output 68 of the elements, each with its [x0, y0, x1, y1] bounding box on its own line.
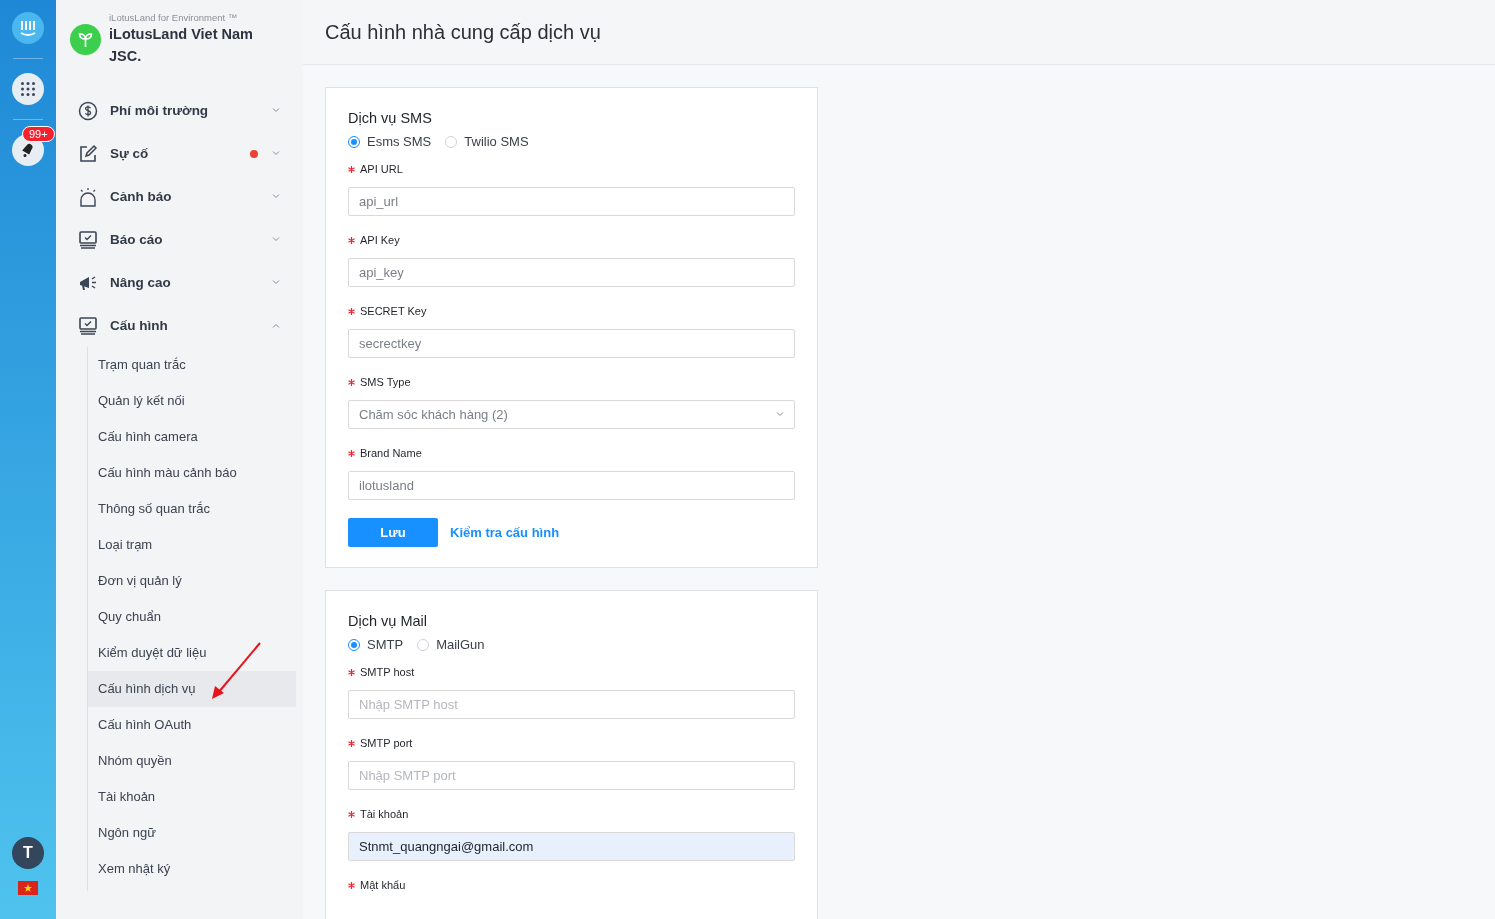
notification-count-badge: 99+ [22, 126, 55, 142]
chevron-icon [272, 280, 280, 285]
submenu-item[interactable]: Ngôn ngữ [88, 815, 296, 851]
bell-icon [20, 142, 36, 158]
text-input[interactable]: api_url [348, 187, 795, 216]
page-title: Cấu hình nhà cung cấp dịch vụ [325, 20, 601, 44]
brand-tagline: iLotusLand for Environment ™ [109, 12, 239, 23]
submenu-item[interactable]: Quy chuẩn [88, 599, 296, 635]
field-label: Tài khoản [360, 808, 409, 820]
field-label: Brand Name [360, 447, 422, 459]
text-input[interactable]: api_key [348, 258, 795, 287]
submenu-item[interactable]: Quản lý kết nối [88, 383, 296, 419]
field-label: SECRET Key [360, 305, 427, 317]
chevron-icon [272, 151, 280, 156]
field-label: Mật khẩu [360, 879, 406, 891]
app-logo-icon[interactable] [12, 12, 44, 44]
field-label: API URL [360, 163, 403, 175]
menu-item[interactable]: Cấu hình [70, 304, 296, 347]
submenu-item[interactable]: Xem nhật ký [88, 851, 296, 887]
submenu-item[interactable]: Cấu hình camera [88, 419, 296, 455]
chevron-icon [272, 237, 280, 242]
text-input[interactable]: ilotusland [348, 471, 795, 500]
chevron-icon [272, 108, 280, 113]
monitor-icon [78, 315, 98, 336]
menu-item[interactable]: Báo cáo [70, 218, 296, 261]
field-label: SMTP port [360, 737, 413, 749]
menu-item[interactable]: Cảnh báo [70, 175, 296, 218]
menu-item[interactable]: Phí môi trường [70, 89, 296, 132]
text-input[interactable]: secrectkey [348, 329, 795, 358]
submenu-item[interactable]: Trạm quan trắc [88, 347, 296, 383]
submenu-item[interactable]: Nhóm quyền [88, 743, 296, 779]
dollar-icon [78, 100, 98, 121]
leaf-logo-icon [70, 24, 101, 55]
radio-option[interactable]: SMTP [348, 637, 404, 652]
field-label: API Key [360, 234, 400, 246]
submenu-item[interactable]: Tài khoản [88, 779, 296, 815]
submenu-item[interactable]: Đơn vị quản lý [88, 563, 296, 599]
radio-option[interactable]: Esms SMS [348, 134, 432, 149]
monitor-icon [78, 229, 98, 250]
submenu-item[interactable]: Cấu hình màu cảnh báo [88, 455, 296, 491]
flag-icon[interactable] [18, 881, 38, 895]
radio-option[interactable]: Twilio SMS [445, 134, 529, 149]
text-input[interactable]: Nhập SMTP port [348, 761, 795, 790]
card-title: Dịch vụ Mail [348, 613, 428, 629]
radio-option[interactable]: MailGun [417, 637, 485, 652]
select-dropdown[interactable]: Chăm sóc khách hàng (2) [348, 400, 795, 429]
submenu-item[interactable]: Kiểm duyệt dữ liệu [88, 635, 296, 671]
grid-icon [21, 82, 35, 96]
annotation-arrow [210, 642, 262, 700]
submenu-item[interactable]: Cấu hình dịch vụ [88, 671, 296, 707]
submenu-item[interactable]: Loại trạm [88, 527, 296, 563]
company-name: iLotusLand Viet Nam JSC. [109, 25, 254, 66]
field-label: SMS Type [360, 376, 411, 388]
card-title: Dịch vụ SMS [348, 110, 433, 126]
edit-icon [78, 143, 98, 164]
submenu-item[interactable]: Thông số quan trắc [88, 491, 296, 527]
user-avatar[interactable]: T [12, 837, 44, 869]
text-input[interactable]: Nhập SMTP host [348, 690, 795, 719]
chevron-icon [272, 323, 280, 328]
menu-item[interactable]: Sự cố [70, 132, 296, 175]
field-label: SMTP host [360, 666, 415, 678]
alarm-icon [78, 186, 98, 207]
submenu-item[interactable]: Cấu hình OAuth [88, 707, 296, 743]
chevron-icon [272, 194, 280, 199]
dropdown-chevron-icon [776, 412, 784, 417]
menu-item[interactable]: Nâng cao [70, 261, 296, 304]
apps-grid-button[interactable] [12, 73, 44, 105]
text-input[interactable]: Stnmt_quangngai@gmail.com [348, 832, 795, 861]
